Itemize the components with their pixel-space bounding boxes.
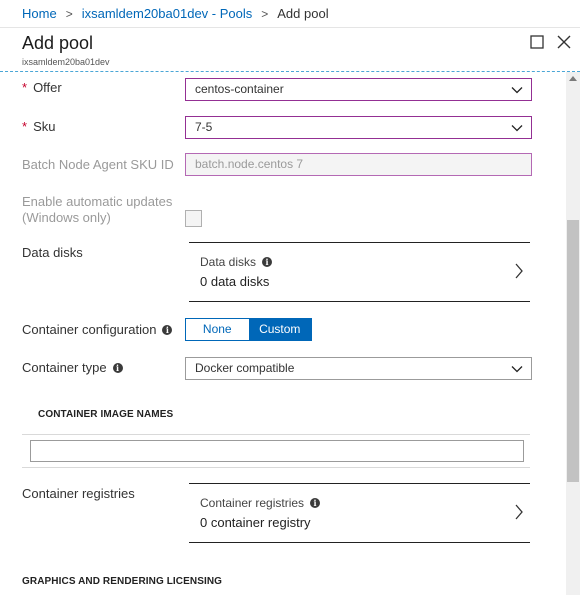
- breadcrumb-pools[interactable]: ixsamldem20ba01dev - Pools: [82, 6, 253, 21]
- info-icon: i: [162, 325, 173, 335]
- data-disks-link[interactable]: Data disks i 0 data disks: [189, 242, 530, 302]
- breadcrumb: Home > ixsamldem20ba01dev - Pools > Add …: [0, 0, 580, 28]
- info-icon: i: [310, 498, 321, 508]
- divider: [22, 434, 530, 435]
- chevron-down-icon: [511, 87, 523, 94]
- container-type-label: Container type i: [22, 360, 123, 375]
- image-name-input[interactable]: [30, 440, 524, 462]
- registries-box-title: Container registries i: [200, 496, 321, 510]
- required-marker: *: [22, 80, 28, 95]
- breadcrumb-home[interactable]: Home: [22, 6, 57, 21]
- offer-label: * Offer: [22, 80, 62, 95]
- chevron-down-icon: [511, 366, 523, 373]
- offer-value: centos-container: [195, 82, 284, 96]
- auto-updates-checkbox: [185, 210, 202, 227]
- data-disks-label: Data disks: [22, 245, 83, 260]
- container-type-dropdown[interactable]: Docker compatible: [185, 357, 532, 380]
- container-config-label: Container configuration i: [22, 322, 173, 337]
- info-icon: i: [262, 257, 273, 267]
- agent-sku-value: batch.node.centos 7: [195, 157, 304, 171]
- blade-header: Add pool ixsamldem20ba01dev: [0, 28, 580, 72]
- scroll-up-icon[interactable]: [569, 75, 577, 81]
- registries-link[interactable]: Container registries i 0 container regist…: [189, 483, 530, 543]
- agent-sku-field: batch.node.centos 7: [185, 153, 532, 176]
- offer-dropdown[interactable]: centos-container: [185, 78, 532, 101]
- container-config-custom[interactable]: Custom: [248, 319, 311, 340]
- data-disks-box-title: Data disks i: [200, 255, 273, 269]
- info-icon: i: [112, 363, 123, 373]
- chevron-right-icon: [515, 263, 523, 279]
- scrollbar-thumb[interactable]: [567, 220, 579, 482]
- agent-sku-label: Batch Node Agent SKU ID: [22, 157, 174, 172]
- sku-dropdown[interactable]: 7-5: [185, 116, 532, 139]
- divider: [22, 467, 530, 468]
- data-disks-count: 0 data disks: [200, 274, 270, 289]
- scrollbar[interactable]: [566, 72, 580, 595]
- chevron-right-icon: [515, 504, 523, 520]
- container-config-toggle: None Custom: [185, 318, 312, 341]
- close-icon[interactable]: [556, 34, 572, 50]
- breadcrumb-separator: >: [261, 6, 269, 21]
- page-title: Add pool: [22, 33, 94, 53]
- container-config-none[interactable]: None: [186, 319, 249, 340]
- graphics-licensing-header: GRAPHICS AND RENDERING LICENSING: [22, 576, 223, 587]
- sku-label: * Sku: [22, 119, 56, 134]
- registries-count: 0 container registry: [200, 515, 311, 530]
- container-type-value: Docker compatible: [195, 361, 295, 375]
- auto-updates-label: Enable automatic updates (Windows only): [22, 194, 173, 225]
- breadcrumb-current: Add pool: [277, 6, 329, 21]
- page-subtitle: ixsamldem20ba01dev: [22, 57, 110, 67]
- chevron-down-icon: [511, 125, 523, 132]
- registries-label: Container registries: [22, 486, 135, 501]
- image-names-header: CONTAINER IMAGE NAMES: [38, 409, 174, 420]
- breadcrumb-separator: >: [65, 6, 73, 21]
- maximize-icon[interactable]: [529, 34, 545, 50]
- required-marker: *: [22, 119, 28, 134]
- sku-value: 7-5: [195, 120, 213, 134]
- form-content: * Offer centos-container * Sku 7-5 Batch N…: [0, 72, 566, 595]
